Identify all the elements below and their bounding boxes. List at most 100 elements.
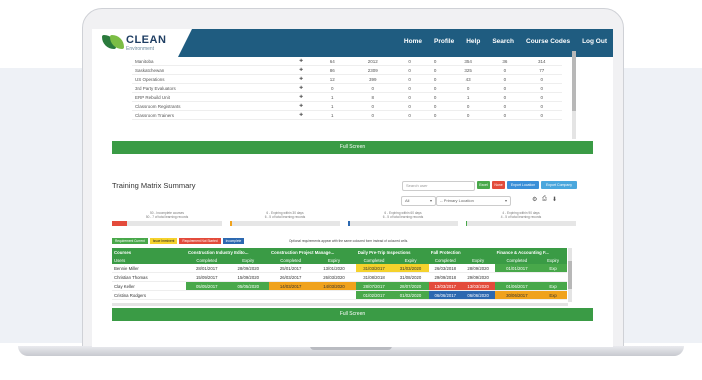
matrix-cell[interactable]: 14/03/2020	[312, 281, 356, 291]
completed-header: Completed	[355, 256, 393, 264]
matrix-cell[interactable]: 28/01/2017	[186, 264, 228, 273]
progress-bar	[348, 221, 458, 226]
expand-icon[interactable]: ✚	[286, 74, 316, 84]
expand-icon[interactable]: ✚	[286, 65, 316, 75]
matrix-cell[interactable]: 25/01/2017	[269, 264, 313, 273]
matrix-cell[interactable]: 28/09/2020	[227, 264, 269, 273]
completed-header: Completed	[186, 256, 228, 264]
matrix-cell[interactable]	[269, 290, 313, 300]
user-name[interactable]: Bennie Miller	[112, 264, 186, 273]
matrix-cell[interactable]: 01/02/2020	[392, 290, 429, 300]
course-header[interactable]: Daily Pre-Trip Inspections	[355, 248, 429, 256]
expand-icon[interactable]: ✚	[286, 83, 316, 93]
course-header-row: Courses Construction Industry Edito... Con…	[112, 248, 567, 256]
cell-v2: 2309	[348, 65, 397, 75]
matrix-cell[interactable]: 06/06/2017	[428, 290, 462, 300]
expand-icon[interactable]: ✚	[286, 92, 316, 102]
completed-header: Completed	[428, 256, 462, 264]
cell-v6: 0	[488, 92, 522, 102]
matrix-cell[interactable]: 28/09/2020	[461, 264, 495, 273]
matrix-cell[interactable]: Exp	[539, 264, 567, 273]
cell-v5: 43	[447, 74, 489, 84]
full-screen-button[interactable]: Full Screen	[112, 141, 593, 154]
matrix-cell[interactable]: 29/09/2020	[461, 272, 495, 282]
matrix-cell[interactable]: Exp	[539, 281, 567, 291]
expand-icon[interactable]: ✚	[286, 110, 316, 120]
expand-icon[interactable]: ✚	[286, 101, 316, 111]
matrix-cell[interactable]: 15/09/2017	[186, 272, 228, 282]
course-header[interactable]: Finance & Accounting F...	[494, 248, 567, 256]
matrix-cell[interactable]: 15/09/2020	[227, 272, 269, 282]
course-header[interactable]: Construction Project Manage...	[269, 248, 356, 256]
export-location-button[interactable]: Export Location	[507, 181, 539, 189]
matrix-scrollbar-thumb[interactable]	[568, 261, 572, 289]
matrix-cell[interactable]: 31/08/2020	[392, 272, 429, 282]
print-icon[interactable]: ⎙	[542, 196, 547, 203]
matrix-cell[interactable]: Exp	[539, 290, 567, 300]
table-scrollbar-thumb[interactable]	[572, 51, 576, 111]
cell-v2: 399	[348, 74, 397, 84]
course-header[interactable]: Construction Industry Edito...	[186, 248, 269, 256]
cell-v1: 1	[315, 101, 349, 111]
matrix-cell[interactable]: 13/01/2020	[312, 264, 356, 273]
matrix-cell[interactable]: 06/06/2020	[461, 290, 495, 300]
matrix-cell[interactable]: 13/03/2020	[461, 281, 495, 291]
filter-all-select[interactable]: All ▾	[401, 196, 436, 206]
matrix-full-screen-button[interactable]: Full Screen	[112, 308, 593, 321]
excel-button[interactable]: Excel	[477, 181, 490, 189]
user-name[interactable]: Cristina Rodgers	[112, 290, 186, 300]
matrix-cell[interactable]: 13/03/2017	[428, 281, 462, 291]
cell-v4: 0	[422, 83, 448, 93]
matrix-cell[interactable]	[227, 290, 269, 300]
user-name[interactable]: Christian Thomas	[112, 272, 186, 282]
legend-current: Requirement Current	[112, 238, 148, 244]
location-select[interactable]: -- Primary Location ▾	[436, 196, 511, 206]
matrix-cell[interactable]: 30/06/2017	[494, 290, 540, 300]
course-header[interactable]: Fall Protection	[428, 248, 495, 256]
expiry-header: Expiry	[461, 256, 495, 264]
matrix-cell[interactable]: 01/06/2017	[494, 281, 540, 291]
matrix-cell[interactable]: 26/03/2017	[269, 272, 313, 282]
matrix-h-scrollbar[interactable]	[112, 303, 568, 306]
cell-name: ERP Rebuild Unit	[132, 92, 287, 102]
cell-v2: 0	[348, 83, 397, 93]
matrix-cell[interactable]	[186, 290, 228, 300]
download-icon[interactable]: ⬇	[552, 196, 557, 203]
cell-name: Saskatchewan	[132, 65, 287, 75]
cell-name: US Operations	[132, 74, 287, 84]
table-row: Saskatchewan ✚ 86 2309 0 0 325 0 77	[132, 65, 562, 75]
cell-v2: 0	[348, 101, 397, 111]
matrix-cell[interactable]: 14/03/2017	[269, 281, 313, 291]
matrix-cell[interactable]: 05/05/2017	[186, 281, 228, 291]
matrix-cell[interactable]: 26/03/2020	[312, 272, 356, 282]
progress-fill	[348, 221, 351, 226]
none-button[interactable]: None	[492, 181, 505, 189]
matrix-cell[interactable]: 28/07/2020	[392, 281, 429, 291]
matrix-cell[interactable]: 01/01/2017	[494, 264, 540, 273]
matrix-cell[interactable]: 26/03/2018	[428, 264, 462, 273]
search-user-input[interactable]: Search user	[402, 181, 475, 191]
cell-v5: 0	[447, 101, 489, 111]
matrix-cell[interactable]: 28/07/2017	[355, 281, 393, 291]
export-company-button[interactable]: Export Company	[541, 181, 577, 189]
progress-sublabel: 6 - 5 of total learning records	[382, 215, 424, 219]
matrix-cell[interactable]: 01/02/2017	[355, 290, 393, 300]
location-summary-card: Manitoba ✚ 64 2012 0 0 354 36 314 Saskatchewan ✚ 86…	[112, 43, 593, 167]
cell-v7: 0	[521, 92, 562, 102]
matrix-cell[interactable]: 31/03/2017	[355, 264, 393, 273]
progress-incomplete: 50 - Incomplete courses 50 - 7 of total …	[112, 211, 222, 226]
cell-v6: 0	[488, 65, 522, 75]
progress-sublabel: 4 - 5 of total learning records	[500, 215, 542, 219]
matrix-cell[interactable]: 31/08/2018	[355, 272, 393, 282]
matrix-cell[interactable]: 29/09/2018	[428, 272, 462, 282]
cell-v7: 77	[521, 65, 562, 75]
matrix-cell[interactable]	[312, 290, 356, 300]
matrix-cell[interactable]	[539, 272, 567, 282]
matrix-cell[interactable]: 31/03/2020	[392, 264, 429, 273]
location-table: Manitoba ✚ 64 2012 0 0 354 36 314 Saskatchewan ✚ 86…	[132, 57, 562, 120]
expand-icon[interactable]: ✚	[286, 57, 316, 66]
settings-icon[interactable]: ⚙	[532, 196, 537, 203]
matrix-cell[interactable]: 05/05/2020	[227, 281, 269, 291]
user-name[interactable]: Clay Keller	[112, 281, 186, 291]
matrix-cell[interactable]	[494, 272, 540, 282]
